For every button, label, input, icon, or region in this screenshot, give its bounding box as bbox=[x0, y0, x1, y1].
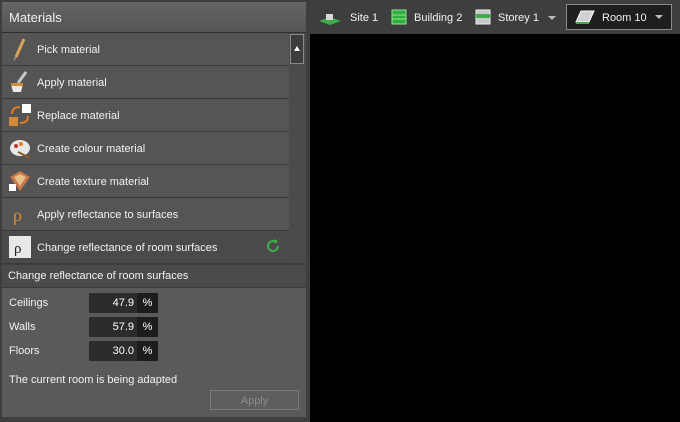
floors-label: Floors bbox=[9, 345, 40, 357]
menu-item-label: Create texture material bbox=[37, 176, 149, 188]
replace-material-icon bbox=[9, 104, 31, 126]
menu-item-label: Change reflectance of room surfaces bbox=[37, 242, 218, 254]
breadcrumb-site[interactable]: Site 1 bbox=[318, 4, 386, 30]
colour-palette-icon bbox=[10, 140, 31, 159]
ceilings-row: Ceilings 47.9 % bbox=[2, 293, 306, 313]
building-icon bbox=[391, 9, 407, 25]
viewport[interactable] bbox=[310, 34, 680, 422]
menu-item-label: Replace material bbox=[37, 110, 120, 122]
walls-unit: % bbox=[137, 317, 158, 337]
breadcrumb-storey[interactable]: Storey 1 bbox=[474, 4, 564, 30]
scroll-up-button[interactable] bbox=[290, 34, 304, 64]
refresh-icon[interactable] bbox=[265, 238, 281, 254]
properties-panel: Change reflectance of room surfaces Ceil… bbox=[2, 265, 306, 417]
menu-item-apply-reflectance[interactable]: ρ Apply reflectance to surfaces bbox=[2, 198, 289, 231]
materials-menu: Pick material Apply material Replace mat… bbox=[2, 33, 289, 264]
menu-item-label: Pick material bbox=[37, 44, 100, 56]
ceilings-label: Ceilings bbox=[9, 297, 49, 309]
left-panel: Materials Pick material Apply material R… bbox=[0, 0, 310, 422]
site-label: Site 1 bbox=[350, 12, 379, 24]
apply-button[interactable]: Apply bbox=[210, 390, 299, 410]
svg-text:ρ: ρ bbox=[14, 241, 22, 257]
menu-item-create-colour-material[interactable]: Create colour material bbox=[2, 132, 289, 165]
walls-row: Walls 57.9 % bbox=[2, 317, 306, 337]
breadcrumb-room[interactable]: Room 10 bbox=[566, 4, 672, 30]
menu-item-label: Apply reflectance to surfaces bbox=[37, 209, 179, 221]
room-icon bbox=[575, 10, 595, 24]
room-label: Room 10 bbox=[602, 12, 647, 24]
menu-item-label: Apply material bbox=[37, 77, 107, 89]
svg-text:ρ: ρ bbox=[13, 205, 22, 225]
floors-row: Floors 30.0 % bbox=[2, 341, 306, 361]
menu-scrollbar[interactable] bbox=[289, 33, 306, 263]
menu-item-pick-material[interactable]: Pick material bbox=[2, 33, 289, 66]
storey-icon bbox=[475, 9, 491, 25]
floors-unit: % bbox=[137, 341, 158, 361]
menu-item-create-texture-material[interactable]: Create texture material bbox=[2, 165, 289, 198]
ceilings-input[interactable]: 47.9 bbox=[89, 293, 137, 313]
menu-item-label: Create colour material bbox=[37, 143, 146, 155]
materials-header: Materials bbox=[2, 2, 306, 33]
breadcrumb: Site 1 Building 2 Storey 1 Room 10 bbox=[310, 0, 680, 34]
storey-label: Storey 1 bbox=[498, 12, 539, 24]
menu-item-apply-material[interactable]: Apply material bbox=[2, 66, 289, 99]
chevron-down-icon[interactable] bbox=[548, 16, 556, 20]
walls-label: Walls bbox=[9, 321, 36, 333]
status-text: The current room is being adapted bbox=[9, 374, 178, 386]
pick-material-icon bbox=[13, 38, 26, 61]
apply-material-icon bbox=[11, 71, 28, 92]
breadcrumb-building[interactable]: Building 2 bbox=[390, 4, 466, 30]
reflectance-icon: ρ bbox=[13, 205, 22, 225]
site-icon bbox=[319, 14, 341, 25]
menu-item-change-room-reflectance[interactable]: ρ Change reflectance of room surfaces bbox=[2, 231, 289, 264]
properties-title-bar: Change reflectance of room surfaces bbox=[2, 265, 306, 288]
chevron-down-icon[interactable] bbox=[655, 15, 663, 19]
texture-material-icon bbox=[9, 171, 30, 191]
floors-input[interactable]: 30.0 bbox=[89, 341, 137, 361]
materials-title: Materials bbox=[9, 10, 62, 25]
menu-item-replace-material[interactable]: Replace material bbox=[2, 99, 289, 132]
room-reflectance-icon: ρ bbox=[9, 236, 31, 258]
walls-input[interactable]: 57.9 bbox=[89, 317, 137, 337]
properties-title: Change reflectance of room surfaces bbox=[8, 270, 189, 282]
ceilings-unit: % bbox=[137, 293, 158, 313]
building-label: Building 2 bbox=[414, 12, 463, 24]
